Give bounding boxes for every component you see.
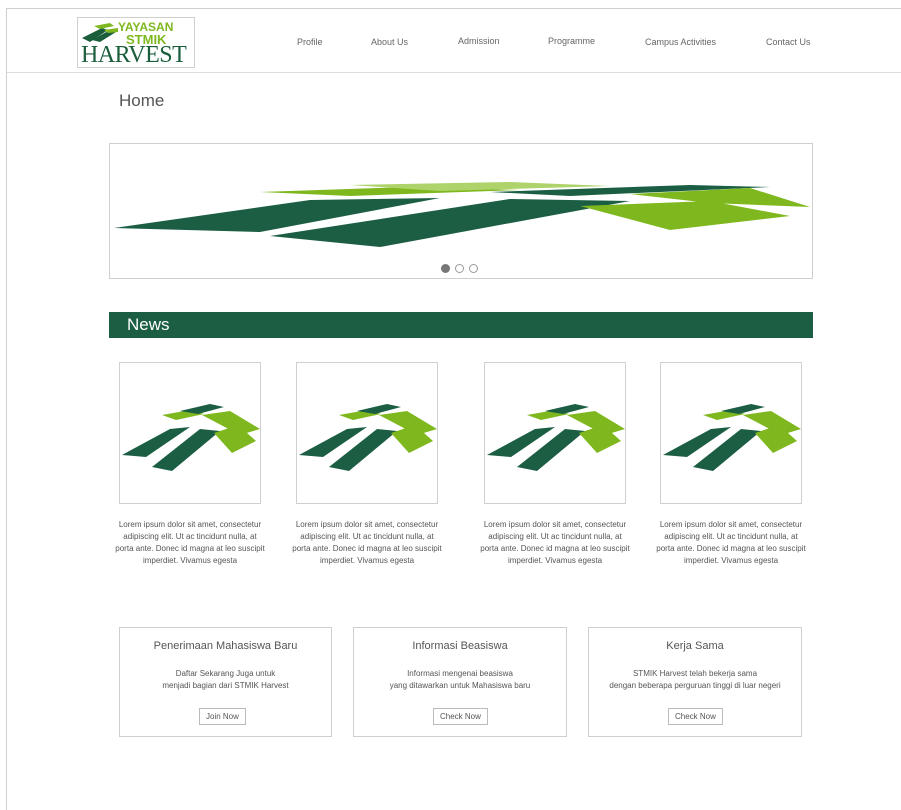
nav-programme[interactable]: Programme bbox=[548, 36, 595, 46]
news-card-text: Lorem ipsum dolor sit amet, consectetur … bbox=[115, 520, 265, 565]
slider-dot-3[interactable] bbox=[469, 264, 478, 273]
box-title: Informasi Beasiswa bbox=[412, 640, 508, 652]
cooperation-box: Kerja Sama STMIK Harvest telah bekerja s… bbox=[588, 627, 802, 737]
nav-campus-activities[interactable]: Campus Activities bbox=[645, 37, 716, 47]
header: YAYASAN STMIK HARVEST Profile About Us A… bbox=[7, 9, 901, 73]
news-card-image[interactable] bbox=[660, 362, 802, 504]
news-section-header: News bbox=[109, 312, 813, 338]
news-card-image[interactable] bbox=[296, 362, 438, 504]
nav-admission[interactable]: Admission bbox=[458, 36, 500, 46]
join-now-button[interactable]: Join Now bbox=[199, 708, 246, 725]
slider-dot-2[interactable] bbox=[455, 264, 464, 273]
box-title: Kerja Sama bbox=[666, 640, 724, 652]
news-heading: News bbox=[127, 315, 170, 334]
news-thumbnail-icon bbox=[122, 404, 260, 471]
slider-dot-1[interactable] bbox=[441, 264, 450, 273]
news-thumbnail-icon bbox=[487, 404, 625, 471]
page-title: Home bbox=[119, 91, 165, 110]
news-card-text: Lorem ipsum dolor sit amet, consectetur … bbox=[656, 520, 806, 565]
news-card-image[interactable] bbox=[484, 362, 626, 504]
news-card-text: Lorem ipsum dolor sit amet, consectetur … bbox=[292, 520, 442, 565]
news-thumbnail-icon bbox=[299, 404, 437, 471]
news-card-image[interactable] bbox=[119, 362, 261, 504]
hero-banner-image bbox=[114, 182, 810, 247]
check-now-button[interactable]: Check Now bbox=[668, 708, 723, 725]
nav-about-us[interactable]: About Us bbox=[371, 37, 408, 47]
browser-frame: YAYASAN STMIK HARVEST Profile About Us A… bbox=[6, 8, 901, 810]
box-title: Penerimaan Mahasiswa Baru bbox=[153, 640, 298, 652]
hero-slider[interactable] bbox=[109, 143, 813, 279]
box-description: Informasi mengenai beasiswa yang ditawar… bbox=[389, 669, 531, 690]
check-now-button[interactable]: Check Now bbox=[433, 708, 488, 725]
scholarship-box: Informasi Beasiswa Informasi mengenai be… bbox=[353, 627, 567, 737]
news-thumbnail-icon bbox=[663, 404, 801, 471]
box-description: Daftar Sekarang Juga untuk menjadi bagia… bbox=[162, 669, 289, 690]
news-card-text: Lorem ipsum dolor sit amet, consectetur … bbox=[480, 520, 630, 565]
admission-box: Penerimaan Mahasiswa Baru Daftar Sekaran… bbox=[119, 627, 332, 737]
site-logo[interactable]: YAYASAN STMIK HARVEST bbox=[77, 17, 195, 68]
logo-mark-icon bbox=[82, 23, 118, 42]
nav-contact-us[interactable]: Contact Us bbox=[766, 37, 811, 47]
logo-text-harvest: HARVEST bbox=[81, 42, 187, 68]
nav-profile[interactable]: Profile bbox=[297, 37, 323, 47]
box-description: STMIK Harvest telah bekerja sama dengan … bbox=[609, 669, 781, 690]
